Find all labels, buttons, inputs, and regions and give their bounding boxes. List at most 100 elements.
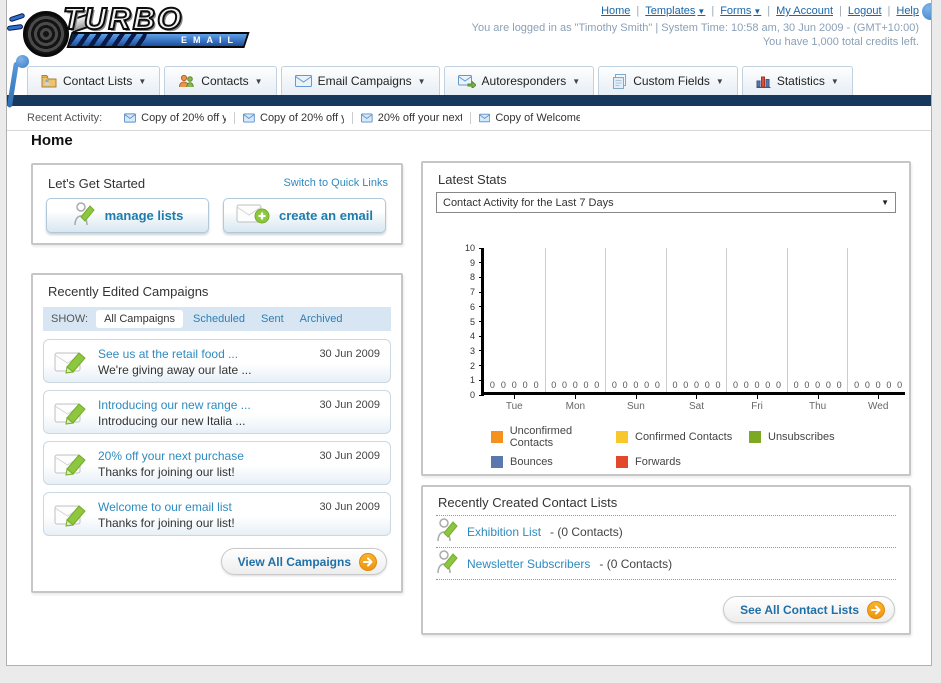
nav-link-my-account[interactable]: My Account: [776, 5, 833, 17]
stats-period-select[interactable]: Contact Activity for the Last 7 Days ▼: [436, 192, 896, 213]
recent-activity-bar: Recent Activity: Copy of 20% off yo Copy…: [7, 106, 931, 131]
help-bubble-icon[interactable]: [922, 3, 931, 20]
tab-autoresponders[interactable]: Autoresponders ▼: [443, 66, 595, 95]
tab-contacts[interactable]: Contacts ▼: [164, 66, 277, 95]
day-label: Tue: [505, 401, 523, 412]
manage-lists-button[interactable]: manage lists: [46, 198, 209, 233]
campaign-date: 30 Jun 2009: [319, 501, 380, 513]
turbo-email-logo[interactable]: TURBO EMAIL: [7, 2, 251, 59]
campaign-filter-scheduled[interactable]: Scheduled: [193, 313, 245, 325]
chart-column-wed: 0 0 0 0 0 Wed: [847, 248, 908, 412]
tab-statistics[interactable]: Statistics ▼: [741, 66, 853, 95]
value-label: 0: [562, 380, 568, 390]
value-label: 0: [864, 380, 870, 390]
tab-email-campaigns[interactable]: Email Campaigns ▼: [280, 66, 440, 95]
chart-column-tue: 0 0 0 0 0 Tue: [484, 248, 545, 412]
campaign-filter-all-campaigns[interactable]: All Campaigns: [96, 310, 183, 328]
recent-activity-item[interactable]: Copy of 20% off yo: [234, 112, 352, 124]
view-all-campaigns-label: View All Campaigns: [237, 554, 351, 569]
value-label: 0: [825, 380, 831, 390]
dotted-divider: [436, 579, 896, 580]
nav-link-forms[interactable]: Forms ▼: [720, 5, 761, 17]
campaign-filter-sent[interactable]: Sent: [261, 313, 284, 325]
value-label: 0: [633, 380, 639, 390]
chart-column-sat: 0 0 0 0 0 Sat: [665, 248, 727, 412]
chart-legend: Unconfirmed Contacts Confirmed Contacts …: [491, 425, 835, 468]
recent-activity-item[interactable]: Copy of Welcome to: [470, 112, 588, 124]
recent-activity-item[interactable]: Copy of 20% off yo: [116, 112, 234, 124]
nav-link-help[interactable]: Help: [896, 5, 919, 17]
y-axis-label: 7: [469, 287, 475, 298]
person-pencil-icon: [72, 201, 96, 230]
recent-campaigns-panel: Recently Edited Campaigns SHOW: All Camp…: [31, 273, 403, 593]
day-label: Wed: [868, 401, 889, 412]
value-label: 0: [743, 380, 749, 390]
value-label: 0: [854, 380, 860, 390]
value-label: 0: [522, 380, 528, 390]
zero-values-row: 00000: [848, 380, 908, 390]
campaign-filter-archived[interactable]: Archived: [300, 313, 343, 325]
value-label: 0: [804, 380, 810, 390]
campaign-list: See us at the retail food ... We're givi…: [43, 339, 391, 536]
chevron-down-icon: ▼: [697, 7, 706, 16]
envelope-icon: [243, 113, 255, 123]
value-label: 0: [672, 380, 678, 390]
contact-list-item[interactable]: Newsletter Subscribers - (0 Contacts): [436, 548, 896, 579]
value-label: 0: [776, 380, 782, 390]
campaign-title-link[interactable]: 20% off your next purchase: [98, 449, 244, 463]
campaign-item[interactable]: Introducing our new range ... Introducin…: [43, 390, 391, 434]
orange-arrow-icon: [359, 552, 377, 571]
envelope-icon: [361, 113, 373, 123]
switch-quick-links-link[interactable]: Switch to Quick Links: [283, 177, 388, 189]
value-label: 0: [594, 380, 600, 390]
chevron-down-icon: ▼: [715, 76, 724, 86]
envelope-pencil-icon: [54, 400, 88, 431]
campaign-item[interactable]: 20% off your next purchase Thanks for jo…: [43, 441, 391, 485]
value-label: 0: [500, 380, 506, 390]
contact-lists-body: Exhibition List - (0 Contacts) Newslette…: [436, 515, 896, 580]
nav-link-home[interactable]: Home: [601, 5, 630, 17]
contact-list-item[interactable]: Exhibition List - (0 Contacts): [436, 516, 896, 547]
nav-link-logout[interactable]: Logout: [848, 5, 882, 17]
campaign-title-link[interactable]: Welcome to our email list: [98, 500, 232, 514]
y-axis-label: 6: [469, 301, 475, 312]
contact-list-link[interactable]: Exhibition List: [467, 525, 541, 539]
legend-item-unconfirmed-contacts: Unconfirmed Contacts: [491, 425, 616, 449]
campaign-title-link[interactable]: See us at the retail food ...: [98, 347, 238, 361]
chart-column-mon: 0 0 0 0 0 Mon: [544, 248, 606, 412]
nav-link-templates[interactable]: Templates ▼: [645, 5, 705, 17]
page-title: Home: [31, 132, 73, 149]
legend-swatch: [491, 456, 503, 468]
zero-values-row: 00000: [788, 380, 848, 390]
campaigns-title: Recently Edited Campaigns: [48, 284, 209, 299]
left-column: Let's Get Started Switch to Quick Links …: [31, 163, 403, 593]
value-label: 0: [572, 380, 578, 390]
logo-email-bar: EMAIL: [66, 32, 250, 48]
campaign-item[interactable]: See us at the retail food ... We're givi…: [43, 339, 391, 383]
legend-swatch: [616, 431, 628, 443]
chart-column-thu: 0 0 0 0 0 Thu: [786, 248, 848, 412]
recent-activity-item[interactable]: 20% off your next p: [352, 112, 470, 124]
statistics-icon: [756, 75, 771, 88]
contact-list-link[interactable]: Newsletter Subscribers: [467, 557, 590, 571]
legend-item-confirmed-contacts: Confirmed Contacts: [616, 425, 749, 449]
contact-lists-icon: [41, 74, 57, 88]
legend-item-bounces: Bounces: [491, 456, 616, 468]
tab-contact-lists[interactable]: Contact Lists ▼: [27, 66, 161, 95]
tab-custom-fields[interactable]: Custom Fields ▼: [598, 66, 738, 95]
campaign-subtitle: Thanks for joining our list!: [98, 516, 235, 530]
view-all-campaigns-button[interactable]: View All Campaigns: [220, 548, 387, 575]
value-label: 0: [622, 380, 628, 390]
create-an-email-button[interactable]: create an email: [223, 198, 386, 233]
see-all-contact-lists-button[interactable]: See All Contact Lists: [723, 596, 895, 623]
day-label: Sat: [688, 401, 704, 412]
legend-label: Confirmed Contacts: [635, 431, 733, 443]
y-axis-label: 10: [464, 243, 475, 253]
campaign-subtitle: Thanks for joining our list!: [98, 465, 235, 479]
day-label: Fri: [751, 401, 763, 412]
value-label: 0: [733, 380, 739, 390]
zero-values-row: 00000: [606, 380, 666, 390]
y-axis-label: 1: [469, 375, 475, 386]
campaign-item[interactable]: Welcome to our email list Thanks for joi…: [43, 492, 391, 536]
campaign-title-link[interactable]: Introducing our new range ...: [98, 398, 251, 412]
